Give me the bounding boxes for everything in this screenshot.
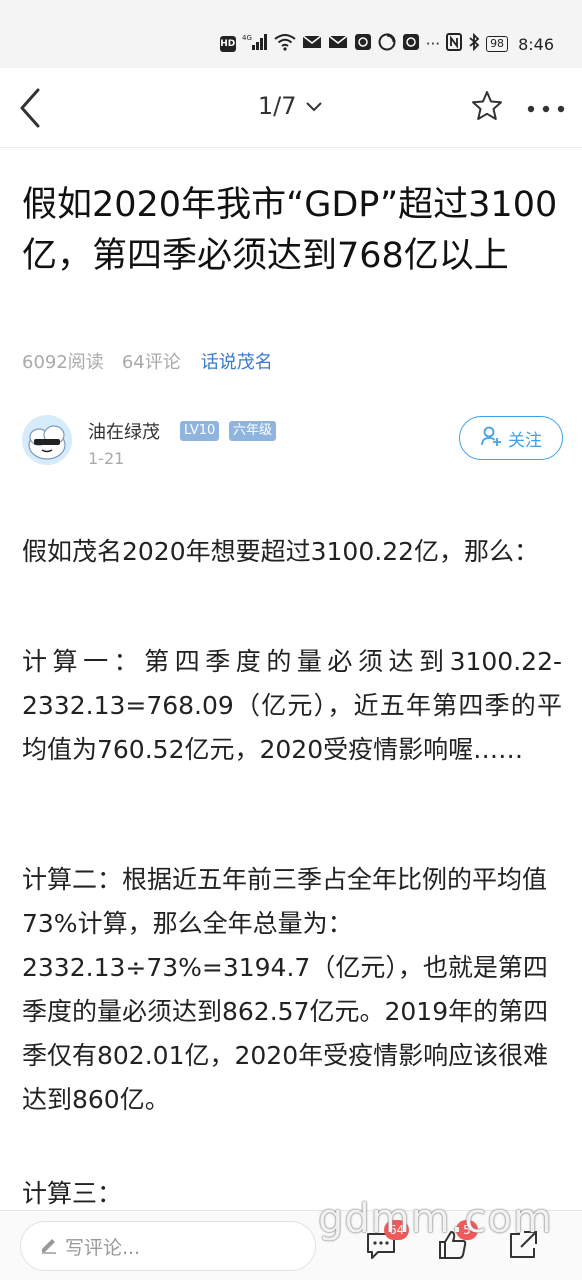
chevron-down-icon: [304, 92, 324, 120]
pencil-icon: [39, 1234, 59, 1259]
article-paragraph: 计算二：根据近五年前三季占全年比例的平均值73%计算，那么全年总量为：2332.…: [22, 865, 549, 1114]
star-icon[interactable]: [470, 89, 504, 123]
article-paragraph: 计算一：第四季度的量必须达到3100.22-2332.13=768.09（亿元）…: [22, 647, 562, 764]
article-meta: 6092阅读 64评论 话说茂名: [22, 348, 273, 374]
nfc-icon: [446, 33, 463, 55]
comment-count: 64评论: [121, 352, 181, 373]
clock: 8:46: [518, 34, 554, 54]
article-title: 假如2020年我市“GDP”超过3100亿，第四季必须达到768亿以上: [22, 185, 558, 276]
grade-badge: 六年级: [229, 421, 277, 441]
app-icon: [378, 33, 396, 55]
app-icon: [354, 33, 372, 55]
hd-icon: HD: [219, 36, 236, 52]
wifi-icon: [274, 33, 296, 55]
follow-button[interactable]: 关注: [459, 416, 563, 460]
battery-icon: 98: [486, 36, 509, 52]
bluetooth-icon: [468, 32, 480, 55]
more-icon[interactable]: [526, 100, 566, 113]
top-nav-bar: 1/7: [0, 68, 582, 148]
article-paragraph: 假如茂名2020年想要超过3100.22亿，那么：: [22, 537, 540, 566]
app-icon: [402, 33, 420, 55]
add-user-icon: [480, 425, 502, 452]
page-counter-label: 1/7: [257, 92, 297, 120]
post-date: 1-21: [88, 449, 125, 468]
watermark: gdmm.com: [318, 1196, 553, 1242]
status-icons: HD 4G ··· 98 8:46: [219, 30, 554, 58]
status-bar: HD 4G ··· 98 8:46: [0, 0, 582, 68]
level-badge: LV10: [180, 421, 220, 441]
comment-placeholder: 写评论...: [65, 1236, 141, 1259]
mail-icon: [328, 34, 348, 54]
signal-icon: 4G: [242, 33, 268, 55]
more-notifications-icon: ···: [425, 35, 441, 53]
svg-text:4G: 4G: [242, 34, 252, 42]
comment-input[interactable]: 写评论...: [20, 1221, 316, 1271]
topic-link[interactable]: 话说茂名: [201, 348, 273, 374]
follow-label: 关注: [508, 430, 542, 451]
read-count: 6092阅读: [22, 352, 104, 373]
avatar[interactable]: [22, 415, 72, 465]
mail-icon: [302, 34, 322, 54]
author-name[interactable]: 油在绿茂: [88, 418, 160, 444]
